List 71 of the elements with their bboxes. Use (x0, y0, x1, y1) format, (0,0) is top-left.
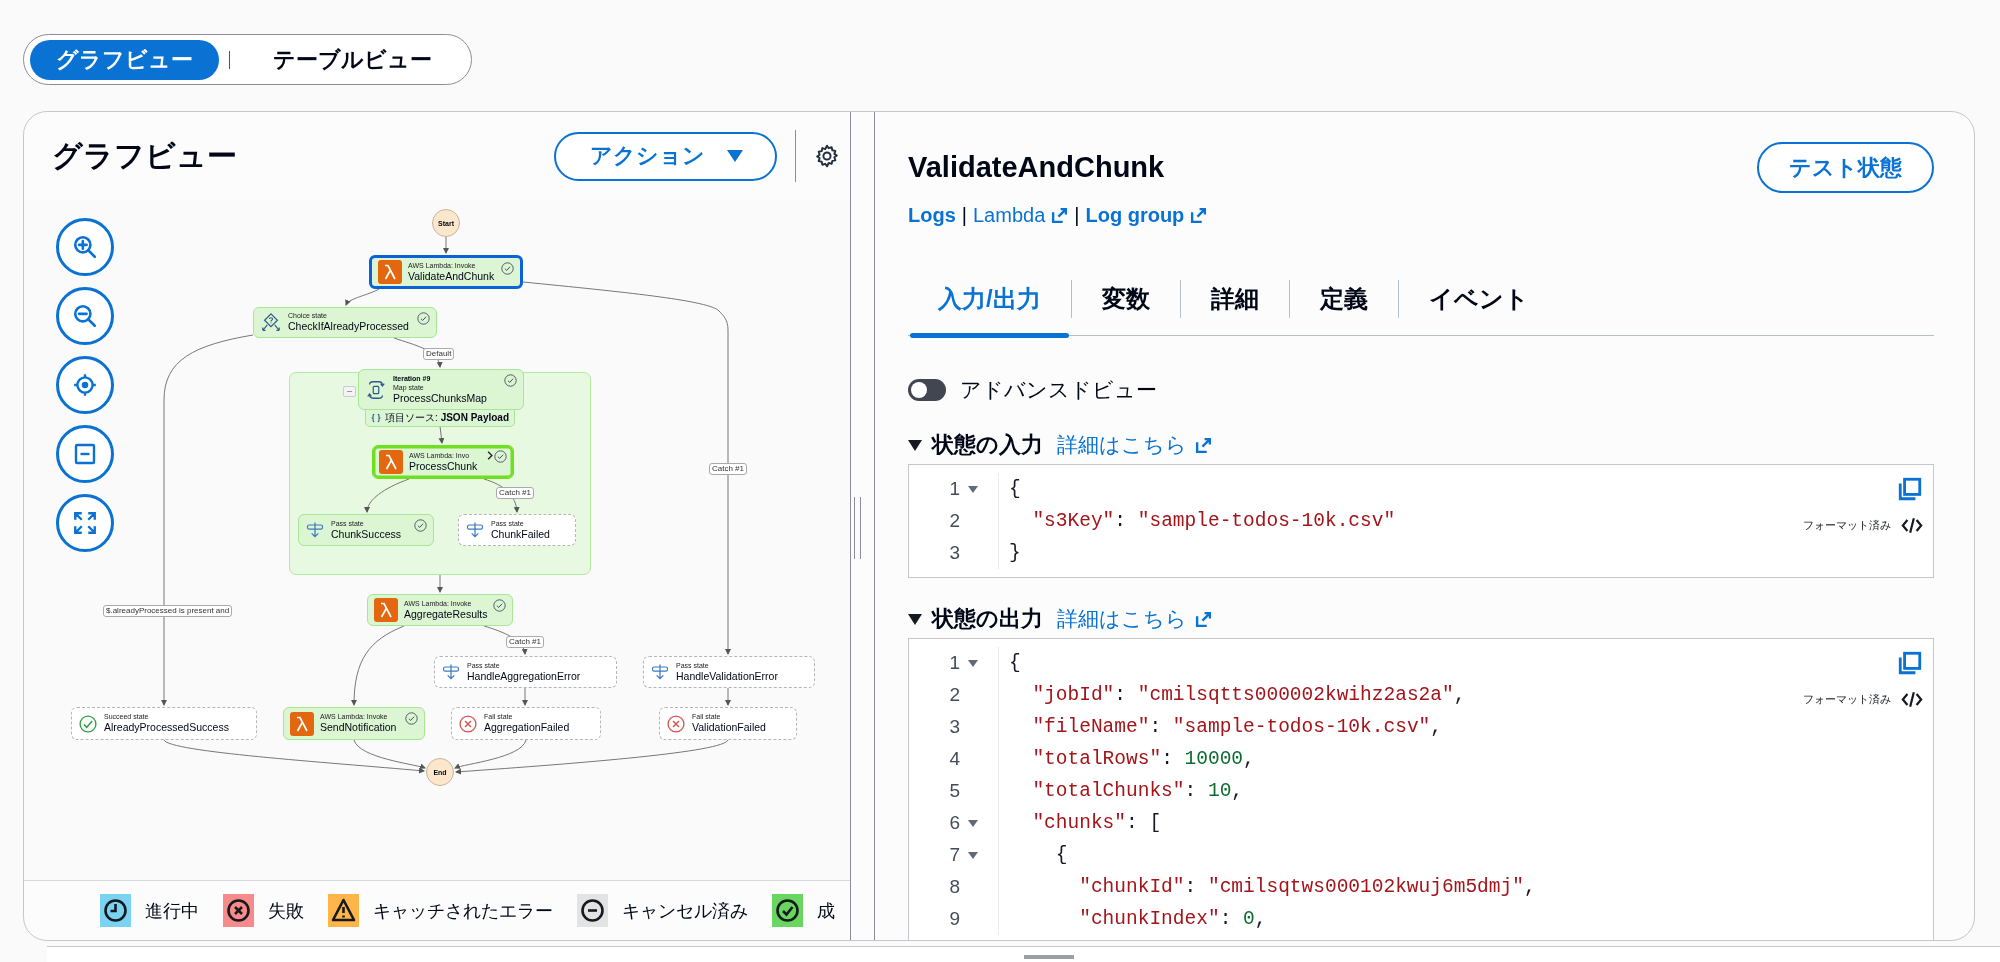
edge-label: Default (423, 348, 455, 360)
info-link[interactable]: 詳細はこちら (1057, 605, 1212, 633)
line-number: 1 (949, 652, 960, 674)
state-name: ValidateAndChunk (408, 269, 495, 284)
legend-label: 失敗 (268, 899, 304, 923)
line-number: 8 (949, 876, 960, 898)
line-number: 3 (949, 716, 960, 738)
code-line: "jobId": "cmilsqtts000002kwihz2as2a", (1031, 684, 1466, 706)
line-number: 3 (949, 542, 960, 564)
legend-label: 成 (817, 899, 835, 923)
tab[interactable]: イベント (1398, 263, 1559, 335)
line-number: 9 (949, 908, 960, 930)
test-state-button[interactable]: テスト状態 (1757, 142, 1934, 193)
code-line: "totalChunks": 10, (1031, 780, 1244, 802)
line-number: 2 (949, 684, 960, 706)
state-name: HandleValidationError (676, 669, 779, 684)
state-name: HandleAggregationError (467, 669, 582, 684)
state-name: AggregateResults (404, 607, 487, 622)
code-line: "chunks": [ (1031, 812, 1162, 834)
tab[interactable]: 詳細 (1180, 263, 1289, 335)
link-separator: | (1074, 204, 1080, 227)
code-line: } (1008, 542, 1021, 564)
format-label: フォーマット済み (1803, 518, 1891, 533)
line-number: 2 (949, 510, 960, 532)
legend-label: キャンセル済み (622, 899, 748, 923)
line-number: 5 (949, 780, 960, 802)
link[interactable]: Logs (908, 204, 956, 227)
state-name: AggregationFailed (484, 721, 571, 735)
section-title: 状態の入力 (932, 431, 1043, 459)
code-line: { (1054, 844, 1068, 866)
code-line: { (1008, 478, 1021, 500)
code-line: { (1008, 652, 1021, 674)
code-line: "chunkId": "cmilsqtws000102kwuj6m5dmj", (1078, 876, 1536, 898)
view-tab[interactable]: グラフビュー (30, 39, 219, 80)
legend-label: 進行中 (145, 899, 199, 923)
info-link[interactable]: 詳細はこちら (1057, 431, 1212, 459)
state-name: ProcessChunksMap (393, 391, 488, 406)
legend-label: キャッチされたエラー (373, 899, 553, 923)
tab[interactable]: 入力/出力 (908, 263, 1071, 335)
edge-label: $.alreadyProcessed is present and (103, 605, 233, 617)
state-name: ProcessChunk (409, 459, 479, 474)
line-number: 1 (949, 478, 960, 500)
tab[interactable]: 定義 (1289, 263, 1398, 335)
item-source-text: 項目ソース: JSON Payload (385, 411, 509, 425)
edge-label: Catch #1 (506, 636, 545, 648)
state-name: CheckIfAlreadyProcessed (288, 320, 410, 334)
format-label: フォーマット済み (1803, 692, 1891, 707)
link[interactable]: Log group (1085, 204, 1208, 227)
view-tab[interactable]: テーブルビュー (240, 39, 465, 80)
toggle-label: アドバンスドビュー (960, 377, 1157, 403)
state-name: ValidationFailed (692, 721, 767, 735)
state-title: ValidateAndChunk (908, 151, 1165, 184)
line-number: 6 (949, 812, 960, 834)
link[interactable]: Lambda (973, 204, 1069, 227)
state-name: ChunkSuccess (331, 527, 403, 542)
state-name: SendNotification (320, 721, 398, 735)
link-separator: | (961, 204, 967, 227)
edge-label: Catch #1 (496, 487, 535, 499)
code-line: "s3Key": "sample-todos-10k.csv" (1031, 510, 1396, 532)
line-number: 7 (949, 844, 960, 866)
code-line: "fileName": "sample-todos-10k.csv", (1031, 716, 1442, 738)
actions-dropdown[interactable]: アクション (553, 131, 777, 181)
edge-label: Catch #1 (709, 463, 748, 475)
tab[interactable]: 変数 (1071, 263, 1180, 335)
code-line: "chunkIndex": 0, (1078, 908, 1267, 930)
state-name: AlreadyProcessedSuccess (104, 721, 230, 735)
panel-title: グラフビュー (52, 137, 237, 174)
state-name: ChunkFailed (491, 527, 551, 542)
section-title: 状態の出力 (932, 605, 1043, 633)
code-line: "totalRows": 10000, (1031, 748, 1255, 770)
line-number: 4 (949, 748, 960, 770)
